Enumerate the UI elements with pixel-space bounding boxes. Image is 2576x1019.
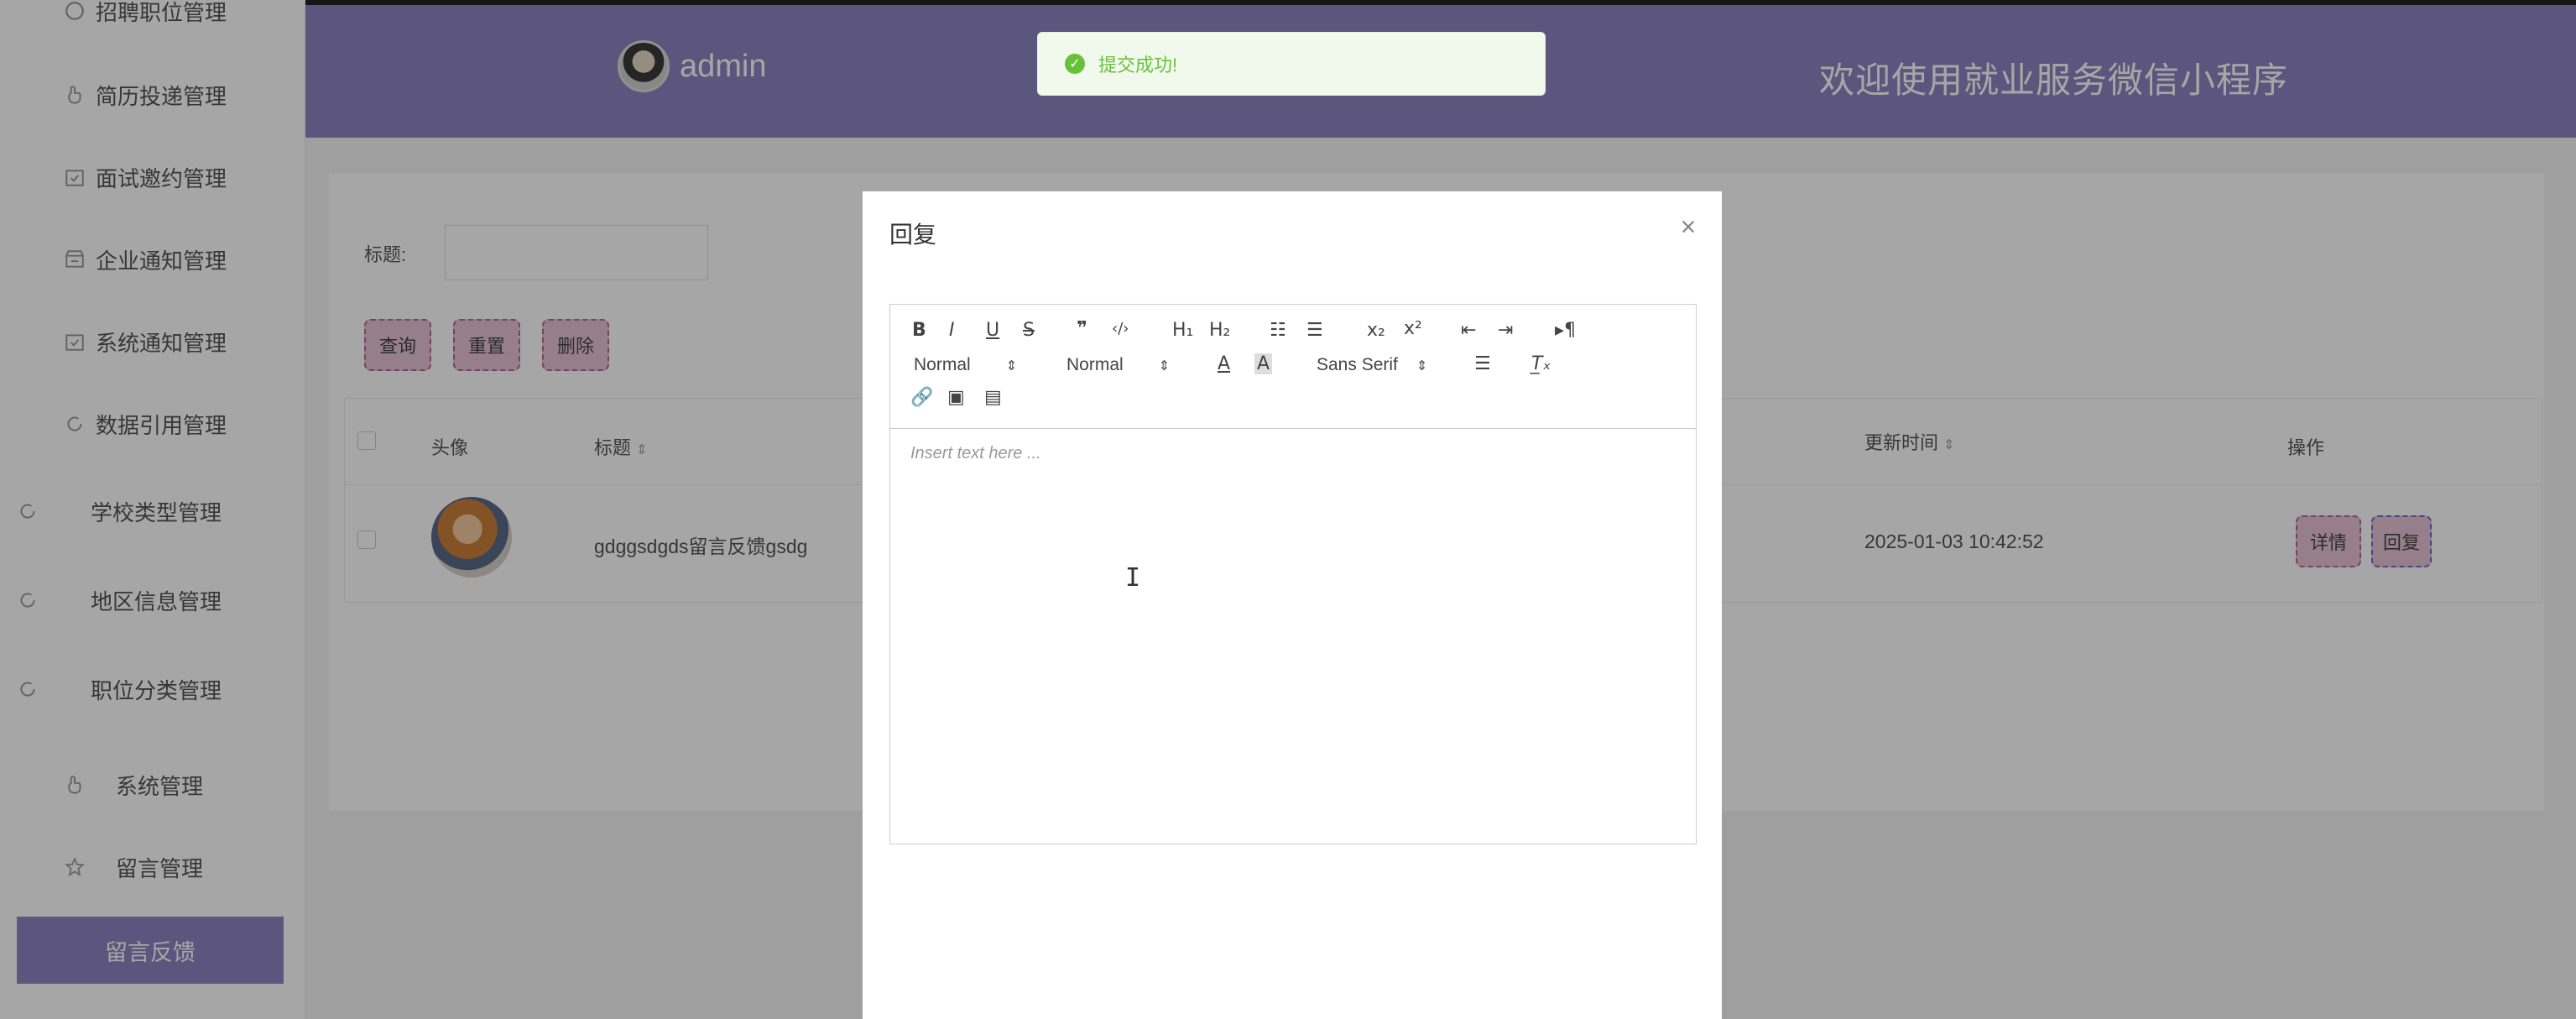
video-icon[interactable]: ▤ <box>984 387 1002 408</box>
toast-message: 提交成功! <box>1098 55 1178 76</box>
background-color-icon[interactable]: A <box>1254 353 1273 374</box>
subscript-button[interactable]: x₂ <box>1367 320 1385 341</box>
reply-dialog: 回复 × B I U S ❞ ‹/› H₁ H₂ ☷ ☰ x₂ x² ⇤ ⇥ ▸… <box>863 191 1722 1019</box>
font-color-icon[interactable]: A <box>1218 353 1230 374</box>
superscript-button[interactable]: x² <box>1404 318 1422 339</box>
select-arrow-icon: ⇕ <box>1416 359 1428 374</box>
header-select[interactable]: Normal ⇕ <box>1066 355 1170 375</box>
strike-button[interactable]: S <box>1023 320 1035 341</box>
bold-button[interactable]: B <box>912 320 926 341</box>
text-cursor-icon: I <box>1125 563 1141 593</box>
indent-icon[interactable]: ⇥ <box>1498 320 1513 341</box>
clean-format-button[interactable]: T̲ₓ <box>1531 353 1551 374</box>
underline-button[interactable]: U <box>986 320 999 341</box>
close-icon[interactable]: × <box>1671 212 1705 243</box>
editor-placeholder: Insert text here ... <box>910 444 1041 462</box>
size-select[interactable]: Normal ⇕ <box>914 355 1017 375</box>
ordered-list-icon[interactable]: ☷ <box>1270 320 1286 341</box>
dialog-title: 回复 <box>889 222 937 248</box>
success-toast: ✓ 提交成功! <box>1037 32 1546 96</box>
link-icon[interactable]: 🔗 <box>910 387 933 408</box>
bullet-list-icon[interactable]: ☰ <box>1306 320 1323 341</box>
editor-content[interactable]: Insert text here ... I <box>890 429 1696 844</box>
rich-text-editor: B I U S ❞ ‹/› H₁ H₂ ☷ ☰ x₂ x² ⇤ ⇥ ▸¶ Nor… <box>889 304 1697 844</box>
font-select[interactable]: Sans Serif ⇕ <box>1317 355 1427 375</box>
h2-button[interactable]: H₂ <box>1209 320 1230 341</box>
select-arrow-icon: ⇕ <box>1005 359 1018 374</box>
blockquote-button[interactable]: ❞ <box>1077 318 1087 339</box>
align-icon[interactable]: ☰ <box>1474 353 1491 374</box>
text-direction-button[interactable]: ▸¶ <box>1555 320 1576 341</box>
h1-button[interactable]: H₁ <box>1172 320 1193 341</box>
outdent-icon[interactable]: ⇤ <box>1461 320 1476 341</box>
image-icon[interactable]: ▣ <box>947 387 965 408</box>
check-circle-icon: ✓ <box>1065 54 1085 74</box>
select-arrow-icon: ⇕ <box>1158 359 1171 374</box>
code-block-button[interactable]: ‹/› <box>1112 320 1129 337</box>
italic-button[interactable]: I <box>949 320 955 341</box>
editor-toolbar: B I U S ❞ ‹/› H₁ H₂ ☷ ☰ x₂ x² ⇤ ⇥ ▸¶ Nor… <box>890 305 1696 429</box>
